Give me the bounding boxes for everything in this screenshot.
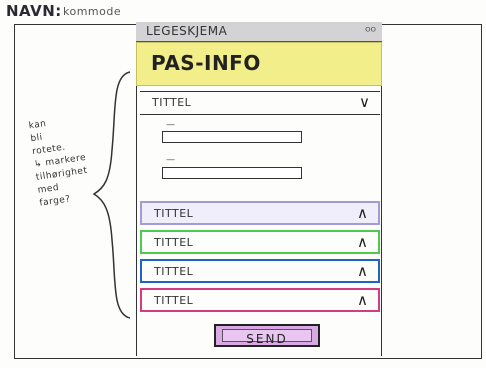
- chevron-up-icon[interactable]: ∧: [357, 233, 368, 251]
- section-3-label: TITTEL: [154, 236, 194, 249]
- chevron-up-icon[interactable]: ∧: [357, 262, 368, 280]
- app-topbar: LEGESKJEMA ᴼᴼ: [136, 22, 382, 42]
- chevron-up-icon[interactable]: ∧: [357, 204, 368, 222]
- section-4[interactable]: TITTEL ∧: [140, 259, 380, 283]
- field-1-label: —: [166, 120, 176, 130]
- annotation-note: kan bli rotete. ↳ markere tilhørighet me…: [28, 112, 98, 210]
- text-field-2[interactable]: [162, 167, 302, 179]
- section-2[interactable]: TITTEL ∧: [140, 201, 380, 225]
- section-2-label: TITTEL: [154, 207, 194, 220]
- section-1[interactable]: TITTEL ∨: [140, 91, 380, 115]
- section-4-label: TITTEL: [154, 265, 194, 278]
- app-title: LEGESKJEMA: [146, 24, 228, 38]
- window-controls-icon[interactable]: ᴼᴼ: [365, 25, 376, 38]
- page-title: PAS-INFO: [151, 51, 261, 75]
- section-3[interactable]: TITTEL ∧: [140, 230, 380, 254]
- page-header: PAS-INFO: [136, 42, 382, 86]
- chevron-up-icon[interactable]: ∧: [357, 291, 368, 309]
- send-label: SEND: [246, 332, 288, 346]
- section-5-label: TITTEL: [154, 294, 194, 307]
- field-2-label: —: [166, 155, 176, 165]
- send-button-inner: SEND: [222, 329, 312, 346]
- name-value: kommode: [63, 5, 122, 18]
- section-1-label: TITTEL: [152, 96, 192, 109]
- text-field-1[interactable]: [162, 131, 302, 143]
- send-button[interactable]: SEND: [214, 324, 320, 347]
- name-label: NAVN:: [6, 2, 62, 20]
- section-5[interactable]: TITTEL ∧: [140, 288, 380, 312]
- chevron-down-icon[interactable]: ∨: [359, 93, 370, 111]
